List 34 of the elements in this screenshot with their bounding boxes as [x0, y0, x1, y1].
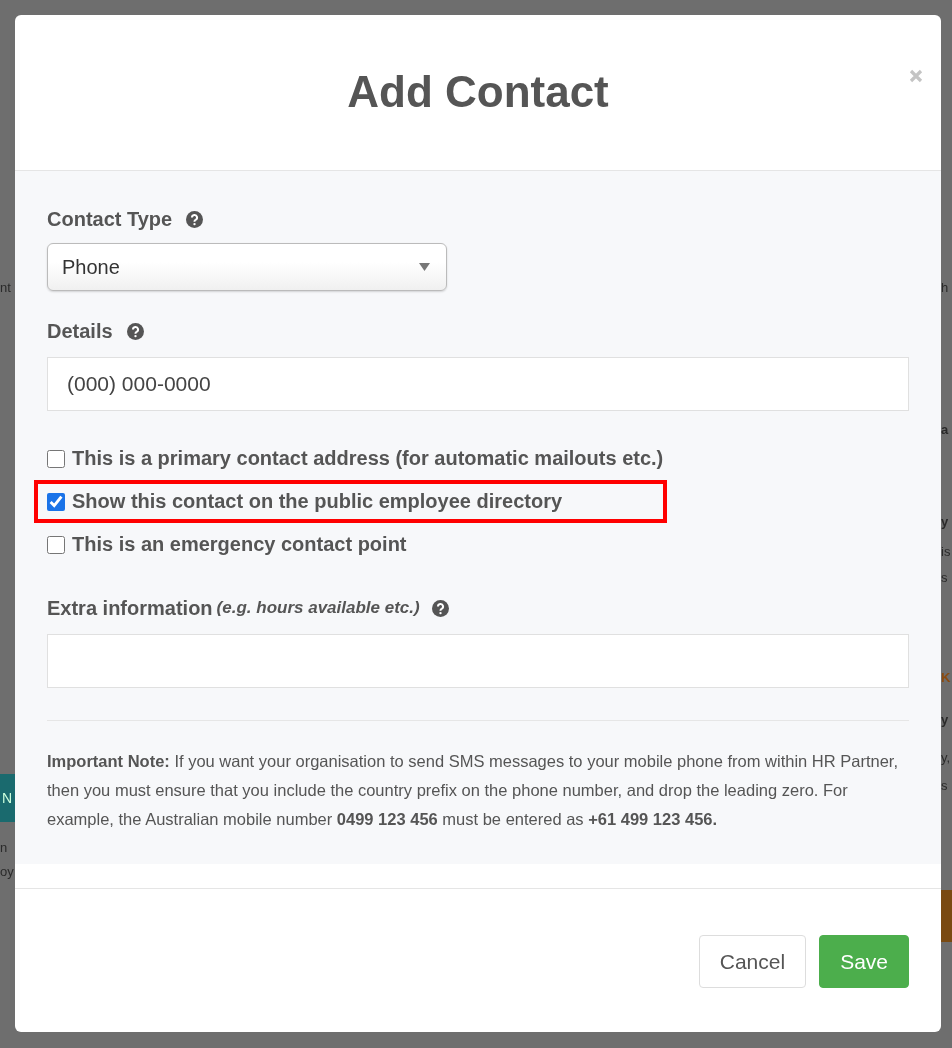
checkbox-option[interactable]: This is an emergency contact point — [34, 523, 467, 566]
details-input[interactable]: (000) 000-0000 — [47, 357, 909, 411]
page-text: s — [941, 570, 948, 585]
field-label: Details — [47, 319, 113, 343]
page-text: s — [941, 778, 948, 793]
checkbox[interactable] — [47, 492, 65, 511]
field-hint: (e.g. hours available etc.) — [216, 598, 420, 618]
page-text: y — [941, 514, 949, 529]
help-icon[interactable] — [431, 599, 449, 617]
caret-icon — [419, 263, 430, 271]
page-banner — [941, 890, 952, 942]
field-label: Contact Type — [47, 207, 173, 231]
page-text: a — [941, 422, 949, 437]
help-icon[interactable] — [126, 322, 144, 340]
field-label: Extra information — [47, 596, 213, 620]
cancel-button[interactable]: Cancel — [698, 935, 807, 988]
page-text: n — [0, 840, 8, 855]
page-text: oy — [0, 864, 14, 879]
important-note: Important Note: If you want your organisation to send SMS messages to your mobile phone from within HR Partner, then you must ensure that you include the country prefix on the phone number, and drop the leading zero. For example, the Australian mobile number 0499 123 456 must be entered as +61 499 123 456. — [47, 751, 900, 830]
dialog-title: Add Contact — [347, 66, 609, 117]
page-text: y, — [941, 750, 951, 765]
page-button[interactable]: N — [0, 774, 15, 822]
contact-type-dropdown[interactable]: Phone — [47, 243, 447, 291]
checkbox-option[interactable]: This is a primary contact address (for automatic mailouts etc.) — [34, 437, 724, 480]
page-text: is — [941, 544, 951, 559]
page-text: K — [941, 670, 951, 685]
checkbox[interactable] — [47, 449, 65, 468]
checkbox-option[interactable]: Show this contact on the public employee directory — [34, 480, 667, 523]
page-text: h — [941, 280, 949, 295]
extra-information-input[interactable] — [47, 634, 909, 688]
page-text: nt — [0, 280, 11, 295]
help-icon[interactable] — [186, 210, 204, 228]
checkbox[interactable] — [47, 535, 65, 554]
page-text: y — [941, 712, 949, 727]
